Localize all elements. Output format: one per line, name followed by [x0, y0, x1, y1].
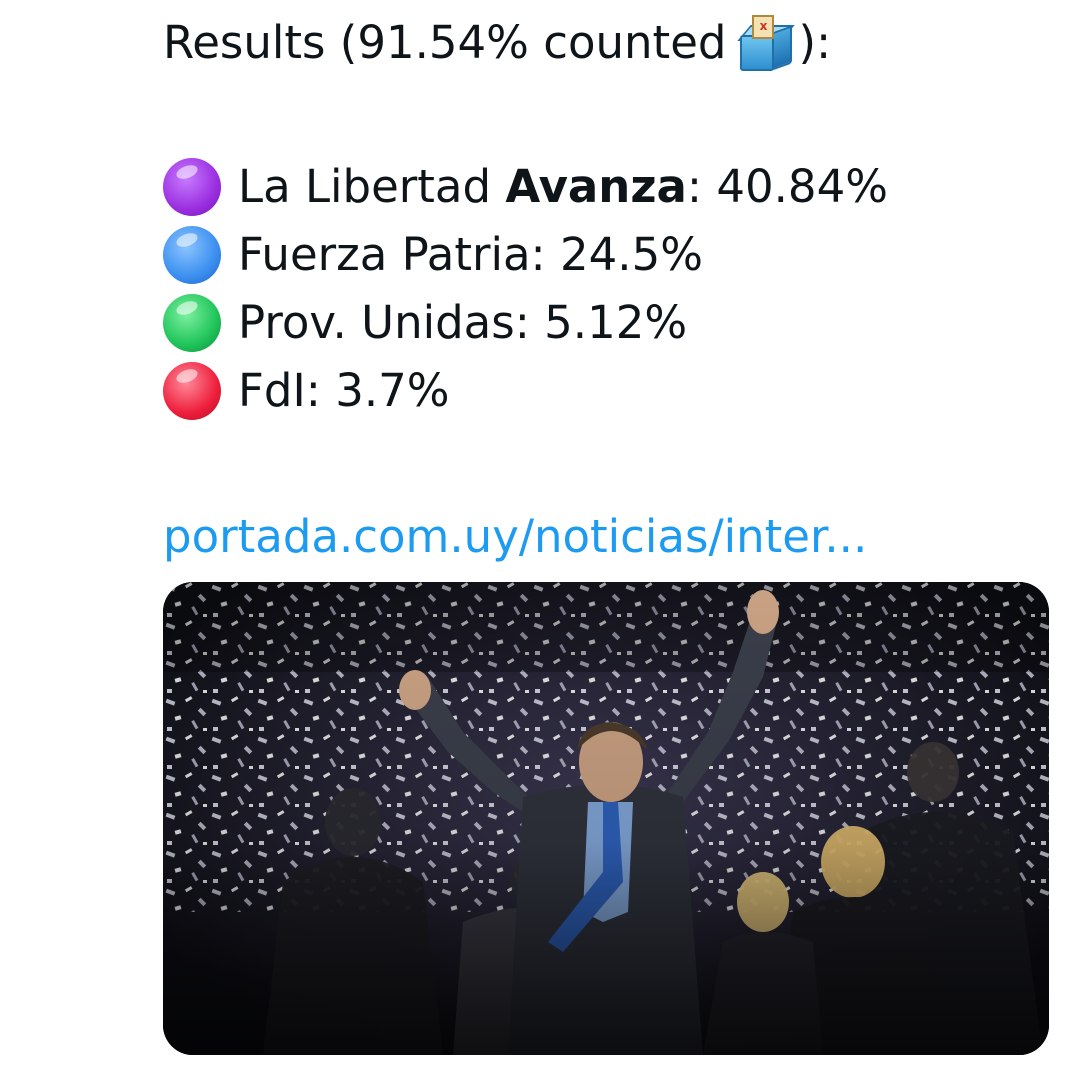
party-name: Fuerza Patria: [238, 228, 531, 281]
ballot-paper-mark: x: [752, 15, 775, 39]
party-result: : 40.84%: [686, 160, 888, 213]
celebration-photo-illustration: [163, 582, 1049, 1055]
party-name: FdI: [238, 364, 306, 417]
results-heading-text: Results (91.54% counted: [163, 16, 727, 69]
tweet-photo[interactable]: [163, 582, 1049, 1055]
party-result: : 5.12%: [514, 296, 688, 349]
green-circle-icon: [163, 294, 221, 352]
purple-circle-icon: [163, 158, 221, 216]
party-results-list: La Libertad Avanza : 40.84% Fuerza Patri…: [163, 153, 1049, 425]
results-heading: Results (91.54% counted x ):: [163, 9, 1049, 77]
party-name: Prov. Unidas: [238, 296, 515, 349]
party-result: : 3.7%: [305, 364, 450, 417]
red-circle-icon: [163, 362, 221, 420]
party-result-row: La Libertad Avanza : 40.84%: [163, 153, 1049, 221]
blue-circle-icon: [163, 226, 221, 284]
party-result-row: Fuerza Patria : 24.5%: [163, 221, 1049, 289]
party-result: : 24.5%: [530, 228, 703, 281]
results-heading-suffix: ):: [798, 16, 832, 69]
party-result-row: Prov. Unidas : 5.12%: [163, 289, 1049, 357]
ballot-box-icon: x: [736, 15, 796, 71]
tweet-body: Results (91.54% counted x ): La Libertad…: [163, 0, 1049, 571]
party-name: La Libertad: [238, 160, 506, 213]
party-name-bold: Avanza: [505, 160, 687, 213]
party-result-row: FdI : 3.7%: [163, 357, 1049, 425]
article-link[interactable]: portada.com.uy/noticias/inter...: [163, 503, 1049, 571]
